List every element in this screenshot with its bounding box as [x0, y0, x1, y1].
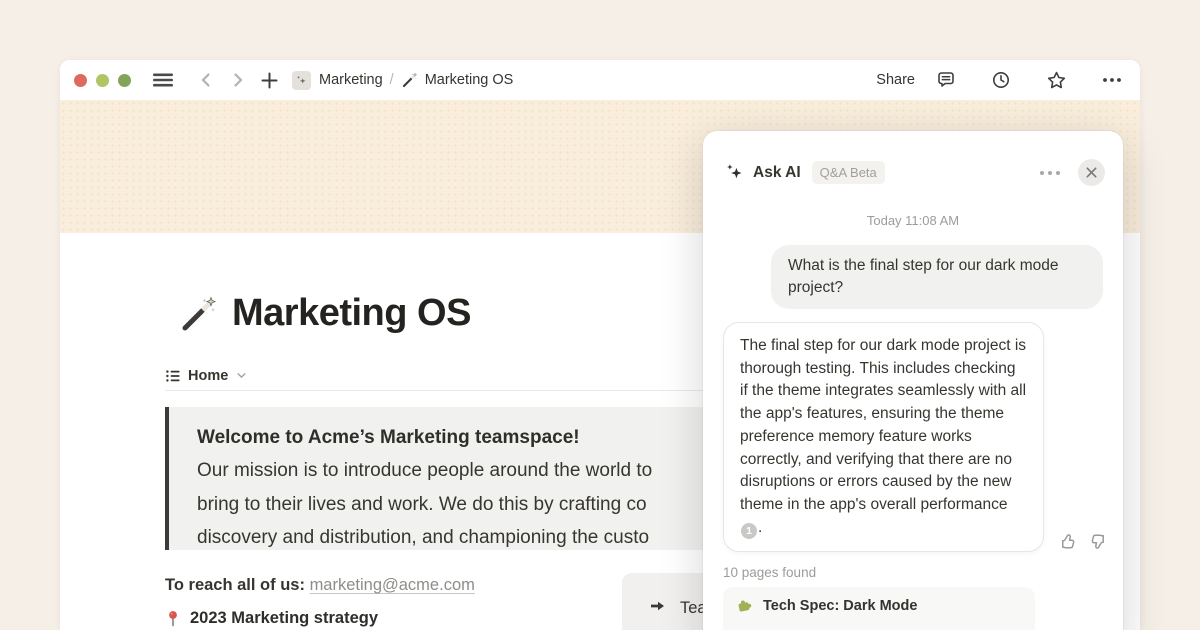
page-title: Marketing OS: [232, 292, 471, 335]
breadcrumb-separator: /: [390, 72, 394, 88]
share-button[interactable]: Share: [876, 72, 915, 88]
favorite-star-icon[interactable]: [1046, 70, 1067, 91]
magic-wand-page-icon[interactable]: [178, 295, 218, 335]
back-icon[interactable]: [197, 71, 215, 89]
pinned-page-title: 2023 Marketing strategy: [190, 609, 378, 628]
traffic-lights: [74, 74, 131, 87]
more-options-icon[interactable]: [1102, 77, 1122, 83]
arrow-right-icon: [648, 598, 667, 614]
ask-ai-panel: Ask AI Q&A Beta Today 11:08 AM What is t…: [703, 131, 1123, 630]
ai-answer-block: The final step for our dark mode project…: [703, 322, 1123, 552]
panel-more-icon[interactable]: [1035, 166, 1065, 180]
source-title: Tech Spec: Dark Mode: [763, 598, 917, 614]
zoom-window-button[interactable]: [118, 74, 131, 87]
sidebar-toggle-icon[interactable]: [153, 72, 173, 88]
tab-home[interactable]: Home: [188, 368, 228, 384]
ai-answer-card: The final step for our dark mode project…: [723, 322, 1044, 552]
qa-beta-badge: Q&A Beta: [812, 161, 885, 184]
page-title-row: Marketing OS: [178, 292, 471, 335]
email-link[interactable]: marketing@acme.com: [310, 576, 475, 594]
panel-close-button[interactable]: [1078, 159, 1105, 186]
feedback-buttons: [1060, 533, 1106, 550]
chat-timestamp: Today 11:08 AM: [703, 213, 1123, 228]
breadcrumb-teamspace[interactable]: Marketing: [319, 72, 383, 88]
ask-ai-title: Ask AI: [753, 164, 801, 182]
pinned-page-link[interactable]: 2023 Marketing strategy: [165, 609, 378, 628]
new-page-icon[interactable]: [261, 72, 278, 89]
breadcrumb: Marketing / Marketing OS: [292, 71, 513, 90]
titlebar-actions: Share: [876, 70, 1122, 91]
sources-section: 10 pages found Tech Spec: Dark Mode: [723, 565, 1103, 630]
list-view-icon: [165, 368, 181, 384]
ai-sparkle-icon: [725, 163, 744, 182]
user-message-bubble: What is the final step for our dark mode…: [771, 245, 1103, 309]
close-window-button[interactable]: [74, 74, 87, 87]
chevron-down-icon[interactable]: [235, 369, 248, 382]
puzzle-icon: [736, 598, 752, 614]
source-item[interactable]: Dark mode project kickoff: [723, 622, 1035, 630]
thumbs-up-icon[interactable]: [1060, 533, 1077, 550]
thumbs-down-icon[interactable]: [1089, 533, 1106, 550]
sources-count-label: 10 pages found: [723, 565, 1103, 580]
ask-ai-header: Ask AI Q&A Beta: [703, 131, 1123, 186]
teamspace-icon: [292, 71, 311, 90]
ai-answer-text: The final step for our dark mode project…: [740, 337, 1026, 513]
answer-period: .: [758, 519, 762, 536]
citation-chip[interactable]: 1: [741, 523, 757, 539]
source-item[interactable]: Tech Spec: Dark Mode: [723, 590, 1035, 622]
minimize-window-button[interactable]: [96, 74, 109, 87]
updates-clock-icon[interactable]: [991, 70, 1011, 90]
contact-label: To reach all of us:: [165, 576, 305, 594]
magic-wand-icon: [401, 72, 418, 89]
comments-icon[interactable]: [936, 70, 956, 90]
ask-ai-controls: [1035, 159, 1105, 186]
contact-line: To reach all of us: marketing@acme.com: [165, 576, 475, 595]
close-icon: [1085, 166, 1098, 179]
forward-icon[interactable]: [229, 71, 247, 89]
window-titlebar: Marketing / Marketing OS Share: [60, 60, 1140, 100]
breadcrumb-page-label: Marketing OS: [425, 72, 514, 88]
sources-list: Tech Spec: Dark Mode Dark mode project k…: [723, 587, 1035, 630]
breadcrumb-page[interactable]: Marketing OS: [401, 72, 514, 89]
pushpin-icon: [165, 610, 181, 627]
